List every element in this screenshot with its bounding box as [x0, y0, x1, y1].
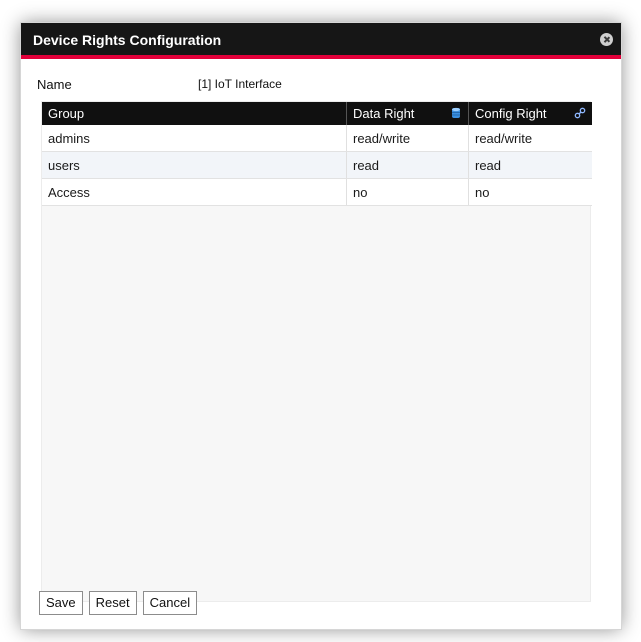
- reset-button[interactable]: Reset: [88, 591, 137, 615]
- cell-group: Access: [42, 179, 347, 205]
- column-header-group[interactable]: Group: [42, 102, 347, 125]
- close-icon[interactable]: [600, 33, 613, 46]
- table-body: admins read/write read/write users read …: [42, 125, 592, 206]
- cell-config-right: no: [475, 185, 490, 200]
- cell-config-right: read: [475, 158, 502, 173]
- table-header: Group Data Right Config Right: [42, 102, 592, 125]
- dialog-titlebar[interactable]: Device Rights Configuration: [21, 23, 621, 59]
- cell-data-right: read: [347, 152, 469, 178]
- device-rights-dialog: Device Rights Configuration Name [1] IoT…: [21, 23, 621, 629]
- save-button[interactable]: Save: [39, 591, 83, 615]
- cell-data-right: read/write: [347, 125, 469, 151]
- column-header-config-right[interactable]: Config Right: [469, 102, 592, 125]
- column-header-data-right[interactable]: Data Right: [347, 102, 469, 125]
- name-label: Name: [37, 77, 72, 92]
- column-header-label: Group: [48, 106, 85, 121]
- cell-group: admins: [42, 125, 347, 151]
- dialog-title: Device Rights Configuration: [33, 32, 222, 48]
- cell-group: users: [42, 152, 347, 178]
- table-row[interactable]: users read read: [42, 152, 592, 179]
- cell-config-right: read/write: [475, 131, 533, 146]
- link-icon: [574, 107, 586, 119]
- button-bar: Save Reset Cancel: [39, 591, 198, 615]
- column-header-label: Config Right: [475, 106, 547, 121]
- name-value: [1] IoT Interface: [198, 77, 282, 91]
- rights-table: Group Data Right Config Right admins rea…: [41, 101, 592, 602]
- column-header-label: Data Right: [353, 106, 415, 121]
- table-row[interactable]: Access no no: [42, 179, 592, 206]
- cancel-button[interactable]: Cancel: [142, 591, 198, 615]
- cell-data-right: no: [347, 179, 469, 205]
- table-row[interactable]: admins read/write read/write: [42, 125, 592, 152]
- database-icon: [452, 107, 460, 118]
